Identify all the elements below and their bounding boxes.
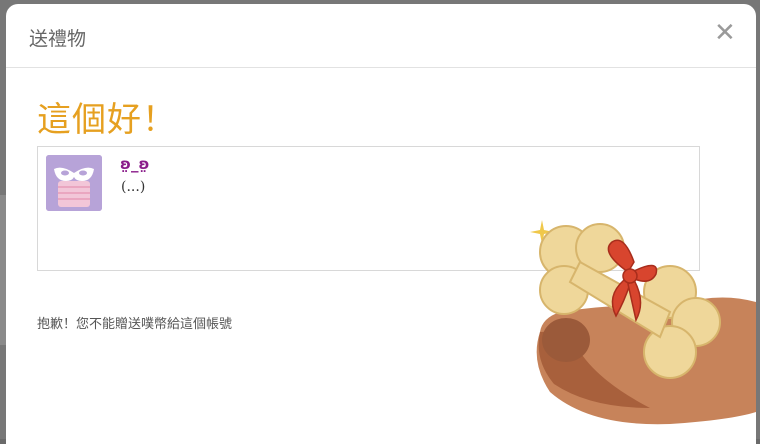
error-message: 抱歉！您不能贈送噗幣給這個帳號 <box>37 317 233 332</box>
bone-mascot-icon <box>530 220 756 425</box>
masked-avatar-icon <box>46 155 102 211</box>
avatar[interactable] <box>46 155 102 211</box>
recipient-description: (...) <box>121 179 146 195</box>
dialog-title: 送禮物 <box>29 28 87 50</box>
recipient-nickname[interactable]: ʚ̤_ʚ̤ <box>120 155 149 173</box>
dialog-header: 送禮物 ✕ <box>6 4 756 68</box>
close-icon[interactable]: ✕ <box>714 20 736 46</box>
headline: 這個好！ <box>37 100 177 140</box>
